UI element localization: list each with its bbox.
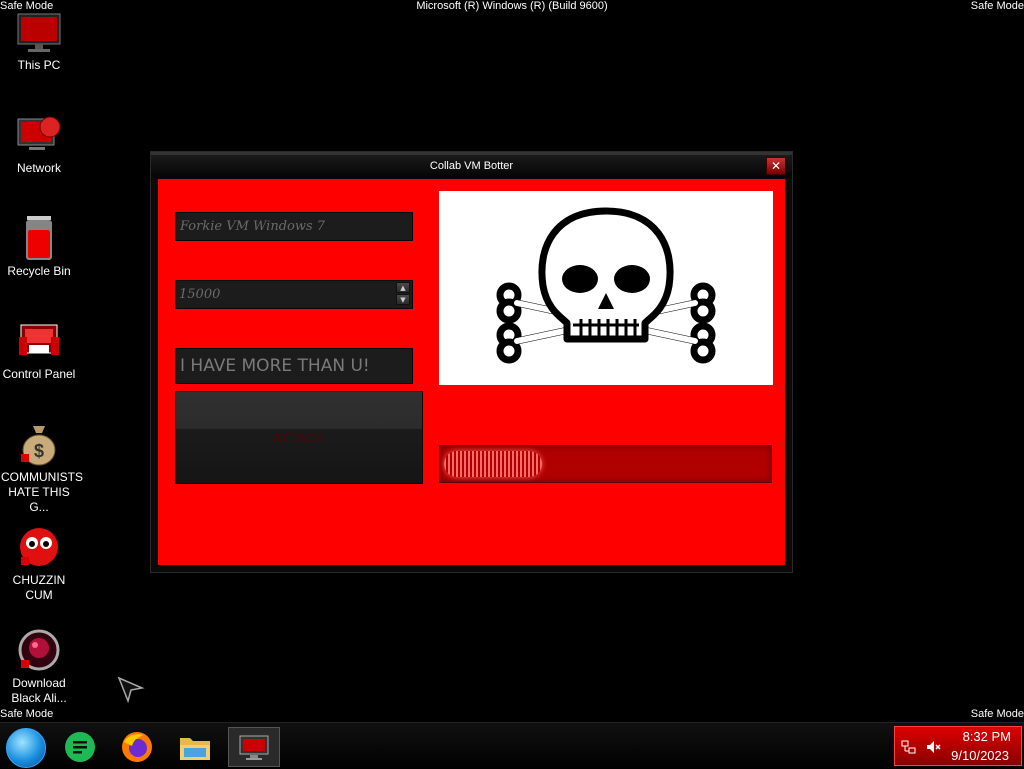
system-tray: 8:32 PM 9/10/2023 — [894, 726, 1022, 766]
start-button[interactable] — [6, 728, 46, 768]
count-stepper[interactable]: ▲ ▼ — [396, 282, 410, 307]
clock-time[interactable]: 8:32 PM — [963, 729, 1011, 744]
count-numeric-input[interactable]: 15000 ▲ ▼ — [175, 280, 413, 309]
desktop-icon-label: Control Panel — [2, 367, 76, 381]
desktop-icon-label: Recycle Bin — [7, 264, 71, 278]
close-button[interactable]: ✕ — [766, 157, 786, 175]
count-value: 15000 — [179, 287, 221, 302]
skull-crossbones-icon — [496, 207, 716, 364]
desktop-icon-this-pc[interactable]: This PC — [1, 8, 77, 73]
mouse-cursor-icon — [117, 676, 145, 704]
desktop-icon-label: This PC — [17, 58, 61, 72]
skull-picture-box — [439, 191, 773, 385]
volume-muted-icon[interactable] — [925, 739, 943, 755]
close-icon: ✕ — [770, 159, 782, 173]
desktop-icon-control-panel[interactable]: Control Panel — [1, 317, 77, 382]
taskbar-collab-vm-botter-app[interactable] — [228, 727, 280, 767]
desktop-icon-download-black-alien[interactable]: Download Black Ali... — [1, 626, 77, 706]
desktop-icon-recycle-bin[interactable]: Recycle Bin — [1, 214, 77, 279]
taskbar-explorer-app[interactable] — [173, 727, 217, 767]
taskbar: 8:32 PM 9/10/2023 — [0, 722, 1024, 769]
progress-bar — [439, 445, 772, 483]
message-input[interactable]: I HAVE MORE THAN U! — [175, 348, 413, 384]
collab-vm-botter-window: Collab VM Botter ✕ Forkie VM Windows 7 1… — [150, 151, 793, 573]
firefox-icon — [122, 732, 152, 762]
desktop-icon-label: CHUZZIN CUM — [12, 573, 66, 602]
windows-build-text: Microsoft (R) Windows (R) (Build 9600) — [416, 0, 608, 12]
progress-bar-fill — [444, 451, 542, 477]
desktop-icon-communists[interactable]: $ COMMUNISTS HATE THIS G... — [1, 420, 83, 515]
recycle-bin-icon — [15, 214, 63, 262]
alien-orb-icon — [15, 626, 63, 674]
desktop-icon-chuzzin[interactable]: CHUZZIN CUM — [1, 523, 77, 603]
stepper-up-icon[interactable]: ▲ — [396, 282, 410, 293]
window-client-area: Forkie VM Windows 7 15000 ▲ ▼ I HAVE MOR… — [158, 179, 785, 565]
vm-name-input[interactable]: Forkie VM Windows 7 — [175, 212, 413, 241]
network-icon — [15, 111, 63, 159]
taskbar-notes-app[interactable] — [58, 727, 102, 767]
money-bag-icon: $ — [15, 420, 63, 468]
monitor-icon — [15, 8, 63, 56]
desktop-icon-label: Network — [16, 161, 61, 175]
desktop-icon-network[interactable]: Network — [1, 111, 77, 176]
taskbar-firefox-app[interactable] — [115, 727, 159, 767]
control-panel-icon — [15, 317, 63, 365]
title-bar[interactable]: Collab VM Botter ✕ — [151, 152, 792, 178]
safe-mode-bottom-left: Safe Mode — [0, 708, 54, 720]
desktop-icon-label: Download Black Ali... — [11, 676, 67, 705]
stepper-down-icon[interactable]: ▼ — [396, 294, 410, 305]
monitor-icon — [239, 735, 269, 760]
chuzzle-icon — [15, 523, 63, 571]
notes-icon — [65, 732, 95, 762]
folder-icon — [180, 738, 210, 760]
attack-button[interactable]: ATTACK — [175, 391, 423, 484]
safe-mode-bottom-right: Safe Mode — [970, 708, 1024, 720]
desktop-icon-label: COMMUNISTS HATE THIS G... — [1, 470, 83, 514]
network-disconnected-icon[interactable] — [901, 739, 919, 755]
svg-text:$: $ — [34, 441, 44, 461]
window-title: Collab VM Botter — [429, 160, 514, 172]
clock-date[interactable]: 9/10/2023 — [951, 748, 1009, 763]
